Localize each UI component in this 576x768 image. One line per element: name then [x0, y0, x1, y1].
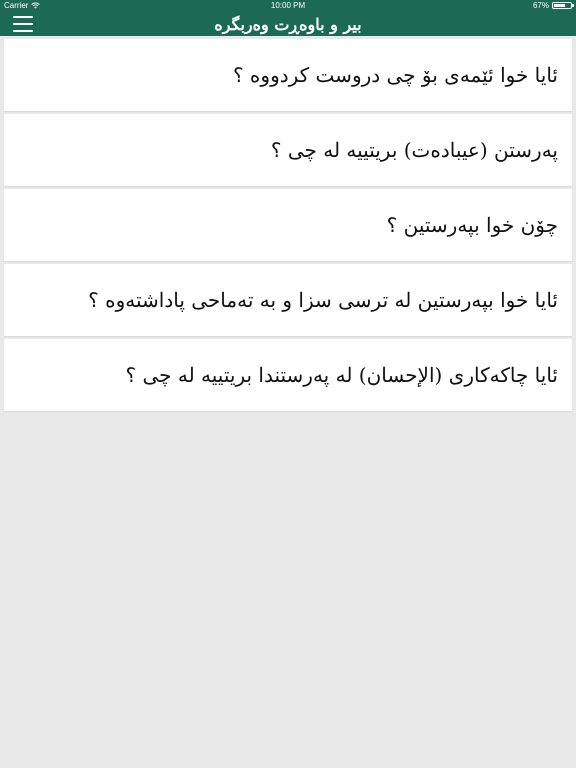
question-text: ئایا خوا ئێمەی بۆ چی دروست کردووە ؟	[232, 63, 558, 87]
question-item[interactable]: پەرستن (عیبادەت) بریتییە لە چی ؟	[4, 114, 572, 186]
status-time: 10:00 PM	[270, 1, 306, 10]
status-right: 67%	[532, 1, 574, 10]
question-text: ئایا خوا بپەرستین لە ترسی سزا و بە تەماح…	[88, 288, 558, 312]
question-text: ئایا چاکەکاری (الإحسان) لە پەرستندا بریت…	[125, 363, 558, 387]
question-text: پەرستن (عیبادەت) بریتییە لە چی ؟	[270, 138, 558, 162]
battery-fill	[554, 4, 565, 7]
app-root: Carrier 10:00 PM 67% بیر و باوەڕت وەربگر…	[0, 0, 576, 768]
question-item[interactable]: ئایا خوا ئێمەی بۆ چی دروست کردووە ؟	[4, 39, 572, 111]
status-bar: Carrier 10:00 PM 67%	[0, 0, 576, 12]
hamburger-menu-icon[interactable]	[13, 16, 33, 32]
question-text: چۆن خوا بپەرستین ؟	[386, 213, 558, 237]
navigation-bar: بیر و باوەڕت وەربگرە	[0, 12, 576, 36]
menu-line	[13, 30, 33, 32]
menu-line	[13, 23, 33, 25]
battery-icon	[552, 2, 574, 9]
menu-line	[13, 16, 33, 18]
question-item[interactable]: ئایا خوا بپەرستین لە ترسی سزا و بە تەماح…	[4, 264, 572, 336]
question-list: ئایا خوا ئێمەی بۆ چی دروست کردووە ؟ پەرس…	[0, 36, 576, 411]
page-title: بیر و باوەڕت وەربگرە	[214, 14, 362, 34]
question-item[interactable]: ئایا چاکەکاری (الإحسان) لە پەرستندا بریت…	[4, 339, 572, 411]
battery-percent: 67%	[532, 1, 549, 10]
question-item[interactable]: چۆن خوا بپەرستین ؟	[4, 189, 572, 261]
